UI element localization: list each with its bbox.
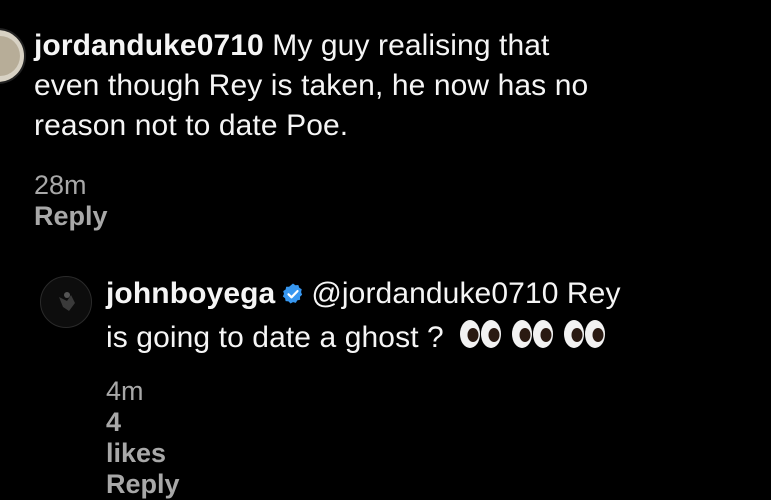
eyes-emoji-icon xyxy=(458,317,608,362)
comment-timestamp: 28m xyxy=(34,170,87,200)
avatar[interactable] xyxy=(40,276,92,328)
comment-text-line2: even though Rey is taken, he now has no xyxy=(34,69,589,102)
avatar[interactable] xyxy=(0,28,26,84)
comment-text-line3: reason not to date Poe. xyxy=(34,109,349,142)
mention-link[interactable]: @jordanduke0710 xyxy=(311,277,558,310)
reply-text-line2: is going to date a ghost ? xyxy=(106,321,444,354)
comment-body: jordanduke0710 My guy realising that eve… xyxy=(34,26,754,146)
verified-badge-icon xyxy=(281,277,305,317)
likes-count[interactable]: 4 likes xyxy=(106,407,180,469)
reply-meta: 4m 4 likes Reply xyxy=(106,376,216,500)
reply-timestamp: 4m xyxy=(106,376,144,406)
comment-text-line1: My guy realising that xyxy=(272,29,550,62)
comment-username[interactable]: jordanduke0710 xyxy=(34,29,264,62)
reply-button[interactable]: Reply xyxy=(106,469,180,500)
comment-meta: 28m Reply xyxy=(34,170,144,232)
reply-button[interactable]: Reply xyxy=(34,201,108,232)
reply-body: johnboyega @jordanduke0710 Rey is going … xyxy=(106,274,756,362)
reply-username[interactable]: johnboyega xyxy=(106,277,275,310)
reply-text-line1-suffix: Rey xyxy=(566,277,621,310)
